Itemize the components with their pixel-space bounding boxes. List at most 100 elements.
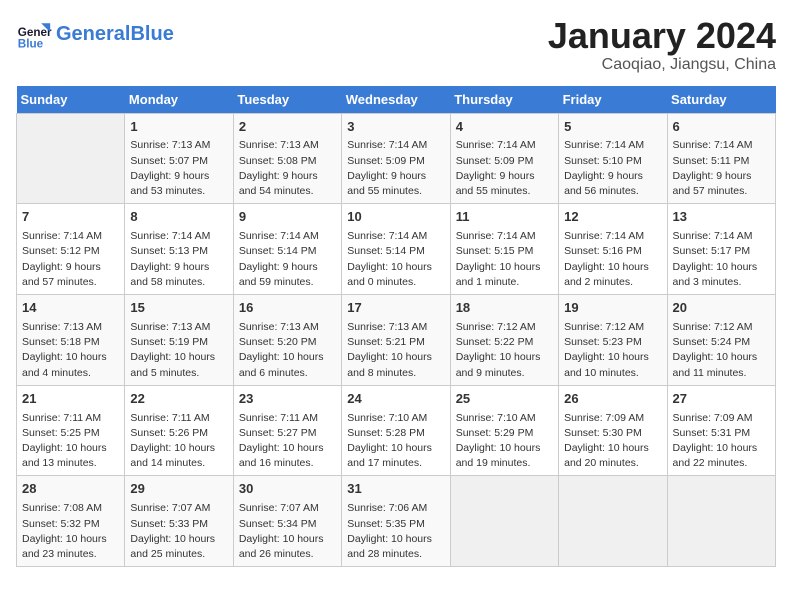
- calendar-cell: 25Sunrise: 7:10 AM Sunset: 5:29 PM Dayli…: [450, 385, 558, 476]
- day-info: Sunrise: 7:11 AM Sunset: 5:25 PM Dayligh…: [22, 411, 119, 472]
- day-info: Sunrise: 7:11 AM Sunset: 5:26 PM Dayligh…: [130, 411, 227, 472]
- day-info: Sunrise: 7:14 AM Sunset: 5:16 PM Dayligh…: [564, 229, 661, 290]
- day-info: Sunrise: 7:11 AM Sunset: 5:27 PM Dayligh…: [239, 411, 336, 472]
- day-info: Sunrise: 7:08 AM Sunset: 5:32 PM Dayligh…: [22, 501, 119, 562]
- day-info: Sunrise: 7:14 AM Sunset: 5:09 PM Dayligh…: [456, 138, 553, 199]
- day-info: Sunrise: 7:12 AM Sunset: 5:23 PM Dayligh…: [564, 320, 661, 381]
- calendar-cell: 22 Sunrise: 7:11 AM Sunset: 5:26 PM Dayli…: [125, 385, 233, 476]
- day-number: 19: [564, 299, 661, 318]
- day-number: 1: [130, 118, 227, 137]
- day-number: 7: [22, 208, 119, 227]
- day-info: Sunrise: 7:09 AM Sunset: 5:30 PM Dayligh…: [564, 411, 661, 472]
- calendar-cell: 24 Sunrise: 7:10 AM Sunset: 5:28 PM Dayli…: [342, 385, 450, 476]
- calendar-cell: 4Sunrise: 7:14 AM Sunset: 5:09 PM Daylig…: [450, 113, 558, 204]
- day-number: 29: [130, 480, 227, 499]
- day-info: Sunrise: 7:14 AM Sunset: 5:11 PM Dayligh…: [673, 138, 770, 199]
- calendar-cell: 6Sunrise: 7:14 AM Sunset: 5:11 PM Daylig…: [667, 113, 775, 204]
- logo-general: General: [56, 23, 130, 45]
- day-info: Sunrise: 7:13 AM Sunset: 5:20 PM Dayligh…: [239, 320, 336, 381]
- calendar-week-row: 28 Sunrise: 7:08 AM Sunset: 5:32 PM Dayli…: [17, 476, 776, 567]
- logo-blue: Blue: [130, 23, 173, 45]
- day-number: 13: [673, 208, 770, 227]
- day-of-week-header: Friday: [559, 86, 667, 114]
- day-info: Sunrise: 7:10 AM Sunset: 5:28 PM Dayligh…: [347, 411, 444, 472]
- day-of-week-header: Thursday: [450, 86, 558, 114]
- calendar-table: SundayMondayTuesdayWednesdayThursdayFrid…: [16, 86, 776, 568]
- svg-text:Blue: Blue: [18, 38, 44, 51]
- title-block: January 2024 Caoqiao, Jiangsu, China: [548, 16, 776, 74]
- day-number: 6: [673, 118, 770, 137]
- day-number: 14: [22, 299, 119, 318]
- calendar-cell: 17 Sunrise: 7:13 AM Sunset: 5:21 PM Dayli…: [342, 295, 450, 386]
- day-info: Sunrise: 7:14 AM Sunset: 5:15 PM Dayligh…: [456, 229, 553, 290]
- calendar-cell: [667, 476, 775, 567]
- day-number: 8: [130, 208, 227, 227]
- calendar-cell: [17, 113, 125, 204]
- calendar-cell: 1Sunrise: 7:13 AM Sunset: 5:07 PM Daylig…: [125, 113, 233, 204]
- day-info: Sunrise: 7:14 AM Sunset: 5:13 PM Dayligh…: [130, 229, 227, 290]
- day-number: 12: [564, 208, 661, 227]
- day-info: Sunrise: 7:13 AM Sunset: 5:19 PM Dayligh…: [130, 320, 227, 381]
- day-info: Sunrise: 7:12 AM Sunset: 5:24 PM Dayligh…: [673, 320, 770, 381]
- calendar-header-row: SundayMondayTuesdayWednesdayThursdayFrid…: [17, 86, 776, 114]
- calendar-week-row: 14Sunrise: 7:13 AM Sunset: 5:18 PM Dayli…: [17, 295, 776, 386]
- day-info: Sunrise: 7:14 AM Sunset: 5:09 PM Dayligh…: [347, 138, 444, 199]
- day-number: 9: [239, 208, 336, 227]
- calendar-cell: 11Sunrise: 7:14 AM Sunset: 5:15 PM Dayli…: [450, 204, 558, 295]
- day-number: 24: [347, 390, 444, 409]
- day-info: Sunrise: 7:14 AM Sunset: 5:10 PM Dayligh…: [564, 138, 661, 199]
- day-number: 23: [239, 390, 336, 409]
- calendar-cell: 15 Sunrise: 7:13 AM Sunset: 5:19 PM Dayli…: [125, 295, 233, 386]
- day-number: 17: [347, 299, 444, 318]
- calendar-cell: 3Sunrise: 7:14 AM Sunset: 5:09 PM Daylig…: [342, 113, 450, 204]
- calendar-cell: 16Sunrise: 7:13 AM Sunset: 5:20 PM Dayli…: [233, 295, 341, 386]
- day-of-week-header: Wednesday: [342, 86, 450, 114]
- calendar-cell: 31Sunrise: 7:06 AM Sunset: 5:35 PM Dayli…: [342, 476, 450, 567]
- location: Caoqiao, Jiangsu, China: [548, 56, 776, 74]
- day-info: Sunrise: 7:07 AM Sunset: 5:34 PM Dayligh…: [239, 501, 336, 562]
- day-info: Sunrise: 7:07 AM Sunset: 5:33 PM Dayligh…: [130, 501, 227, 562]
- calendar-cell: [559, 476, 667, 567]
- day-info: Sunrise: 7:14 AM Sunset: 5:14 PM Dayligh…: [239, 229, 336, 290]
- calendar-cell: 8 Sunrise: 7:14 AM Sunset: 5:13 PM Daylig…: [125, 204, 233, 295]
- day-number: 21: [22, 390, 119, 409]
- calendar-week-row: 7 Sunrise: 7:14 AM Sunset: 5:12 PM Daylig…: [17, 204, 776, 295]
- calendar-cell: 23 Sunrise: 7:11 AM Sunset: 5:27 PM Dayli…: [233, 385, 341, 476]
- day-info: Sunrise: 7:14 AM Sunset: 5:14 PM Dayligh…: [347, 229, 444, 290]
- calendar-cell: 13 Sunrise: 7:14 AM Sunset: 5:17 PM Dayli…: [667, 204, 775, 295]
- day-number: 20: [673, 299, 770, 318]
- day-number: 4: [456, 118, 553, 137]
- calendar-cell: 9 Sunrise: 7:14 AM Sunset: 5:14 PM Daylig…: [233, 204, 341, 295]
- calendar-cell: 10 Sunrise: 7:14 AM Sunset: 5:14 PM Dayli…: [342, 204, 450, 295]
- day-of-week-header: Monday: [125, 86, 233, 114]
- logo-text: GeneralBlue: [56, 24, 174, 44]
- day-of-week-header: Sunday: [17, 86, 125, 114]
- day-info: Sunrise: 7:06 AM Sunset: 5:35 PM Dayligh…: [347, 501, 444, 562]
- day-number: 26: [564, 390, 661, 409]
- logo-icon: General Blue: [16, 16, 52, 52]
- month-title: January 2024: [548, 16, 776, 56]
- day-number: 3: [347, 118, 444, 137]
- calendar-cell: 5Sunrise: 7:14 AM Sunset: 5:10 PM Daylig…: [559, 113, 667, 204]
- day-number: 27: [673, 390, 770, 409]
- day-number: 22: [130, 390, 227, 409]
- day-of-week-header: Saturday: [667, 86, 775, 114]
- day-info: Sunrise: 7:14 AM Sunset: 5:17 PM Dayligh…: [673, 229, 770, 290]
- calendar-cell: 2Sunrise: 7:13 AM Sunset: 5:08 PM Daylig…: [233, 113, 341, 204]
- day-number: 18: [456, 299, 553, 318]
- calendar-week-row: 21 Sunrise: 7:11 AM Sunset: 5:25 PM Dayli…: [17, 385, 776, 476]
- calendar-cell: 14Sunrise: 7:13 AM Sunset: 5:18 PM Dayli…: [17, 295, 125, 386]
- calendar-cell: 18Sunrise: 7:12 AM Sunset: 5:22 PM Dayli…: [450, 295, 558, 386]
- day-info: Sunrise: 7:10 AM Sunset: 5:29 PM Dayligh…: [456, 411, 553, 472]
- calendar-week-row: 1Sunrise: 7:13 AM Sunset: 5:07 PM Daylig…: [17, 113, 776, 204]
- day-info: Sunrise: 7:13 AM Sunset: 5:21 PM Dayligh…: [347, 320, 444, 381]
- calendar-cell: 28 Sunrise: 7:08 AM Sunset: 5:32 PM Dayli…: [17, 476, 125, 567]
- day-number: 2: [239, 118, 336, 137]
- day-number: 5: [564, 118, 661, 137]
- day-number: 30: [239, 480, 336, 499]
- day-number: 28: [22, 480, 119, 499]
- day-number: 10: [347, 208, 444, 227]
- day-info: Sunrise: 7:09 AM Sunset: 5:31 PM Dayligh…: [673, 411, 770, 472]
- day-info: Sunrise: 7:14 AM Sunset: 5:12 PM Dayligh…: [22, 229, 119, 290]
- day-number: 15: [130, 299, 227, 318]
